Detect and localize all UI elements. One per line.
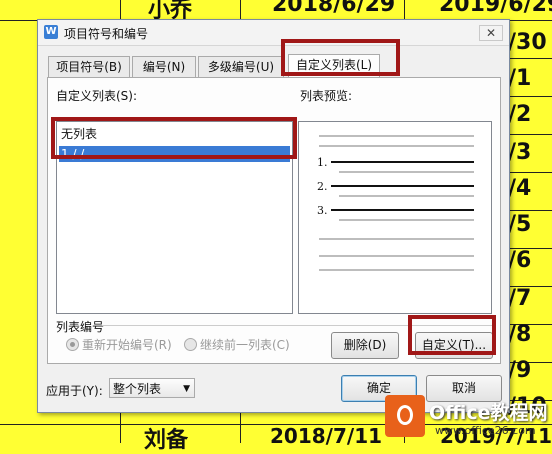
- sheet-gridline: [508, 172, 552, 173]
- tab-bullets[interactable]: 项目符号(B): [48, 56, 130, 77]
- wps-writer-icon: W: [44, 25, 58, 39]
- restart-numbering-radio[interactable]: [66, 338, 79, 351]
- apply-to-select[interactable]: 整个列表 ▼: [109, 378, 195, 398]
- office-logo-icon: [385, 395, 425, 437]
- close-button[interactable]: ✕: [479, 25, 503, 41]
- list-preview: 1. 2. 3.: [298, 121, 492, 314]
- highlight-customize-button: [408, 315, 496, 355]
- sheet-gridline: [508, 210, 552, 211]
- sheet-gridline: [508, 58, 552, 59]
- apply-to-label: 应用于(Y):: [46, 384, 103, 398]
- office-tutorial-watermark: Office教程网 www.office26.com: [385, 392, 552, 443]
- list-numbering-group-label: 列表编号: [56, 320, 105, 334]
- custom-list-label: 自定义列表(S):: [56, 89, 138, 103]
- dialog-title: 项目符号和编号: [64, 27, 149, 41]
- preview-label: 列表预览:: [300, 89, 353, 103]
- preview-number-2: 2.: [317, 180, 328, 193]
- sheet-cell-name-bottom: 刘备: [144, 428, 189, 453]
- sheet-cell-fragment: /3: [508, 140, 532, 165]
- highlight-selected-list-item: [51, 117, 297, 159]
- sheet-cell-fragment: /1: [508, 66, 532, 91]
- sheet-cell-end-date-top: 2019/6/29: [439, 0, 552, 17]
- delete-button[interactable]: 删除(D): [331, 332, 399, 359]
- sheet-cell-start-date-top: 2018/6/29: [272, 0, 396, 17]
- dialog-titlebar[interactable]: W 项目符号和编号 ✕: [38, 20, 509, 46]
- sheet-gridline: [508, 96, 552, 97]
- dropdown-arrow-icon: ▼: [183, 384, 190, 394]
- watermark-title: Office教程网: [429, 402, 548, 424]
- continue-list-radio[interactable]: [184, 338, 197, 351]
- sheet-cell-fragment: /9: [508, 358, 532, 383]
- sheet-cell-fragment: /8: [508, 322, 532, 347]
- watermark-url: www.office26.com: [435, 424, 536, 437]
- sheet-cell-fragment: /6: [508, 248, 532, 273]
- apply-to-value: 整个列表: [113, 382, 162, 396]
- restart-numbering-label: 重新开始编号(R): [82, 338, 172, 352]
- sheet-cell-start-date-bottom: 2018/7/11: [270, 424, 383, 448]
- continue-list-label: 继续前一列表(C): [200, 338, 290, 352]
- tab-multilevel[interactable]: 多级编号(U): [198, 56, 284, 77]
- sheet-cell-fragment: /7: [508, 286, 532, 311]
- list-preview-graphic: 1. 2. 3.: [317, 135, 474, 271]
- tab-numbering[interactable]: 编号(N): [132, 56, 196, 77]
- preview-number-3: 3.: [317, 204, 328, 217]
- sheet-cell-fragment: /5: [508, 212, 532, 237]
- sheet-cell-fragment: /2: [508, 102, 532, 127]
- sheet-cell-fragment: /30: [508, 30, 547, 55]
- sheet-cell-fragment: /4: [508, 176, 532, 201]
- highlight-custom-list-tab: [281, 39, 400, 76]
- sheet-gridline: [508, 134, 552, 135]
- preview-number-1: 1.: [317, 156, 328, 169]
